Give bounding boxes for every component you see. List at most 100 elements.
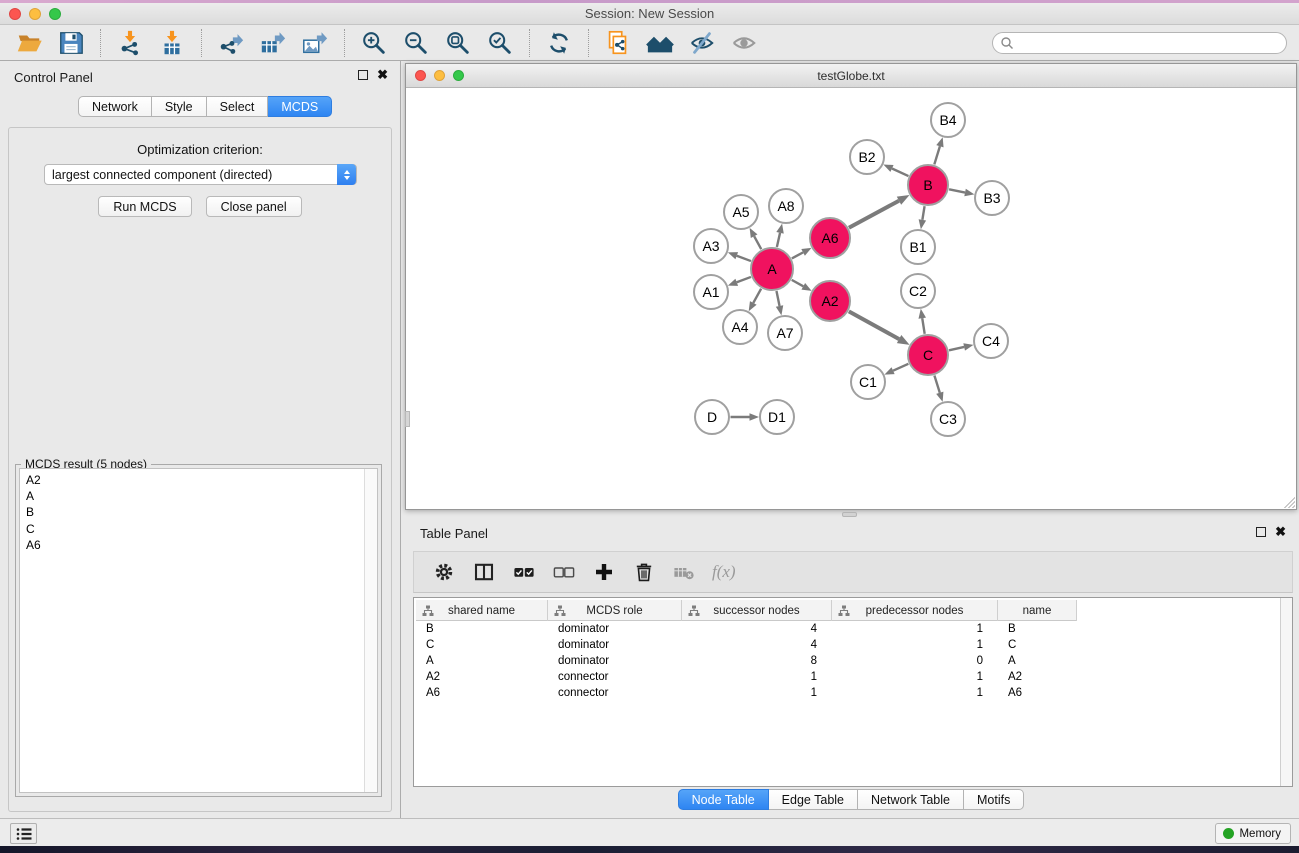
node-A6[interactable]: A6 (810, 218, 850, 258)
edge-A-A3[interactable] (728, 252, 751, 261)
edge-B-B4[interactable] (934, 137, 943, 164)
cell-mcds_role[interactable]: dominator (548, 653, 682, 669)
table-row[interactable]: Adominator80A (416, 653, 1279, 669)
export-table-icon[interactable] (258, 28, 288, 58)
node-A4[interactable]: A4 (723, 310, 757, 344)
node-D[interactable]: D (695, 400, 729, 434)
node-B1[interactable]: B1 (901, 230, 935, 264)
column-header-name[interactable]: name (998, 600, 1077, 621)
import-table-icon[interactable] (157, 28, 187, 58)
cell-successor[interactable]: 1 (682, 669, 832, 685)
node-A1[interactable]: A1 (694, 275, 728, 309)
node-C3[interactable]: C3 (931, 402, 965, 436)
network-canvas[interactable]: B4B2BB3B1A5A8A6A3AA1A2C2A4A7C4CC1C3DD1 (406, 88, 1296, 508)
table-tab-node-table[interactable]: Node Table (678, 789, 769, 810)
table-row[interactable]: Bdominator41B (416, 621, 1279, 637)
settings-gear-icon[interactable] (429, 557, 459, 587)
table-row[interactable]: Cdominator41C (416, 637, 1279, 653)
cell-shared_name[interactable]: B (416, 621, 548, 637)
cell-predecessor[interactable]: 0 (832, 653, 998, 669)
cell-mcds_role[interactable]: connector (548, 685, 682, 701)
node-C[interactable]: C (908, 335, 948, 375)
delete-table-icon[interactable] (669, 557, 699, 587)
node-C2[interactable]: C2 (901, 274, 935, 308)
column-header-shared_name[interactable]: shared name (416, 600, 548, 621)
node-B3[interactable]: B3 (975, 181, 1009, 215)
table-row[interactable]: A6connector11A6 (416, 685, 1279, 701)
cell-name[interactable]: A2 (998, 669, 1077, 685)
cell-successor[interactable]: 4 (682, 637, 832, 653)
cell-mcds_role[interactable]: connector (548, 669, 682, 685)
memory-button[interactable]: Memory (1215, 823, 1291, 844)
open-file-icon[interactable] (14, 28, 44, 58)
optimization-criterion-select[interactable]: largest connected component (directed) (44, 164, 357, 185)
first-neighbors-icon[interactable] (645, 28, 675, 58)
node-A3[interactable]: A3 (694, 229, 728, 263)
column-header-predecessor[interactable]: predecessor nodes (832, 600, 998, 621)
zoom-in-icon[interactable] (359, 28, 389, 58)
node-A7[interactable]: A7 (768, 316, 802, 350)
node-A5[interactable]: A5 (724, 195, 758, 229)
edge-D-D1[interactable] (731, 413, 760, 421)
export-image-icon[interactable] (300, 28, 330, 58)
edge-A-A6[interactable] (792, 248, 812, 258)
deselect-all-checkboxes-icon[interactable] (549, 557, 579, 587)
edge-A-A4[interactable] (749, 289, 761, 312)
edge-A-A7[interactable] (776, 291, 783, 315)
edge-C-C3[interactable] (934, 376, 943, 402)
node-D1[interactable]: D1 (760, 400, 794, 434)
close-table-panel-icon[interactable]: ✖ (1275, 527, 1286, 537)
cell-predecessor[interactable]: 1 (832, 637, 998, 653)
run-mcds-button[interactable]: Run MCDS (98, 196, 191, 217)
mcds-result-item[interactable]: B (26, 504, 363, 520)
splitter-handle[interactable] (842, 512, 857, 517)
edge-C-C4[interactable] (949, 343, 973, 350)
zoom-selected-icon[interactable] (485, 28, 515, 58)
tab-mcds[interactable]: MCDS (268, 96, 332, 117)
node-B2[interactable]: B2 (850, 140, 884, 174)
mcds-list-scrollbar[interactable] (364, 469, 377, 792)
cell-shared_name[interactable]: A2 (416, 669, 548, 685)
column-header-successor[interactable]: successor nodes (682, 600, 832, 621)
hide-selection-icon[interactable] (687, 28, 717, 58)
mcds-result-item[interactable]: A6 (26, 537, 363, 553)
close-panel-icon[interactable]: ✖ (377, 70, 388, 80)
cell-predecessor[interactable]: 1 (832, 621, 998, 637)
node-C1[interactable]: C1 (851, 365, 885, 399)
add-icon[interactable] (589, 557, 619, 587)
table-tab-network-table[interactable]: Network Table (858, 789, 964, 810)
birdseye-handle[interactable] (405, 411, 410, 427)
node-A2[interactable]: A2 (810, 281, 850, 321)
edge-A-A8[interactable] (776, 224, 783, 247)
tab-select[interactable]: Select (207, 96, 269, 117)
column-header-mcds_role[interactable]: MCDS role (548, 600, 682, 621)
node-A[interactable]: A (751, 248, 793, 290)
cell-name[interactable]: A (998, 653, 1077, 669)
cell-mcds_role[interactable]: dominator (548, 621, 682, 637)
cell-name[interactable]: A6 (998, 685, 1077, 701)
mcds-result-item[interactable]: A2 (26, 472, 363, 488)
cell-successor[interactable]: 8 (682, 653, 832, 669)
edge-C-C2[interactable] (918, 309, 926, 334)
columns-icon[interactable] (469, 557, 499, 587)
edge-A-A5[interactable] (750, 228, 762, 249)
cell-shared_name[interactable]: A6 (416, 685, 548, 701)
edge-A2-C[interactable] (849, 311, 910, 344)
cell-shared_name[interactable]: C (416, 637, 548, 653)
table-tab-motifs[interactable]: Motifs (964, 789, 1024, 810)
cell-successor[interactable]: 4 (682, 621, 832, 637)
float-table-panel-icon[interactable] (1256, 527, 1266, 537)
cell-predecessor[interactable]: 1 (832, 669, 998, 685)
node-A8[interactable]: A8 (769, 189, 803, 223)
show-all-icon[interactable] (729, 28, 759, 58)
mcds-result-item[interactable]: C (26, 521, 363, 537)
new-network-from-selection-icon[interactable] (603, 28, 633, 58)
table-tab-edge-table[interactable]: Edge Table (769, 789, 858, 810)
refresh-icon[interactable] (544, 28, 574, 58)
select-all-checkboxes-icon[interactable] (509, 557, 539, 587)
cell-predecessor[interactable]: 1 (832, 685, 998, 701)
search-input[interactable] (992, 32, 1287, 54)
function-builder-icon[interactable]: f(x) (712, 562, 736, 582)
mcds-result-item[interactable]: A (26, 488, 363, 504)
table-row[interactable]: A2connector11A2 (416, 669, 1279, 685)
